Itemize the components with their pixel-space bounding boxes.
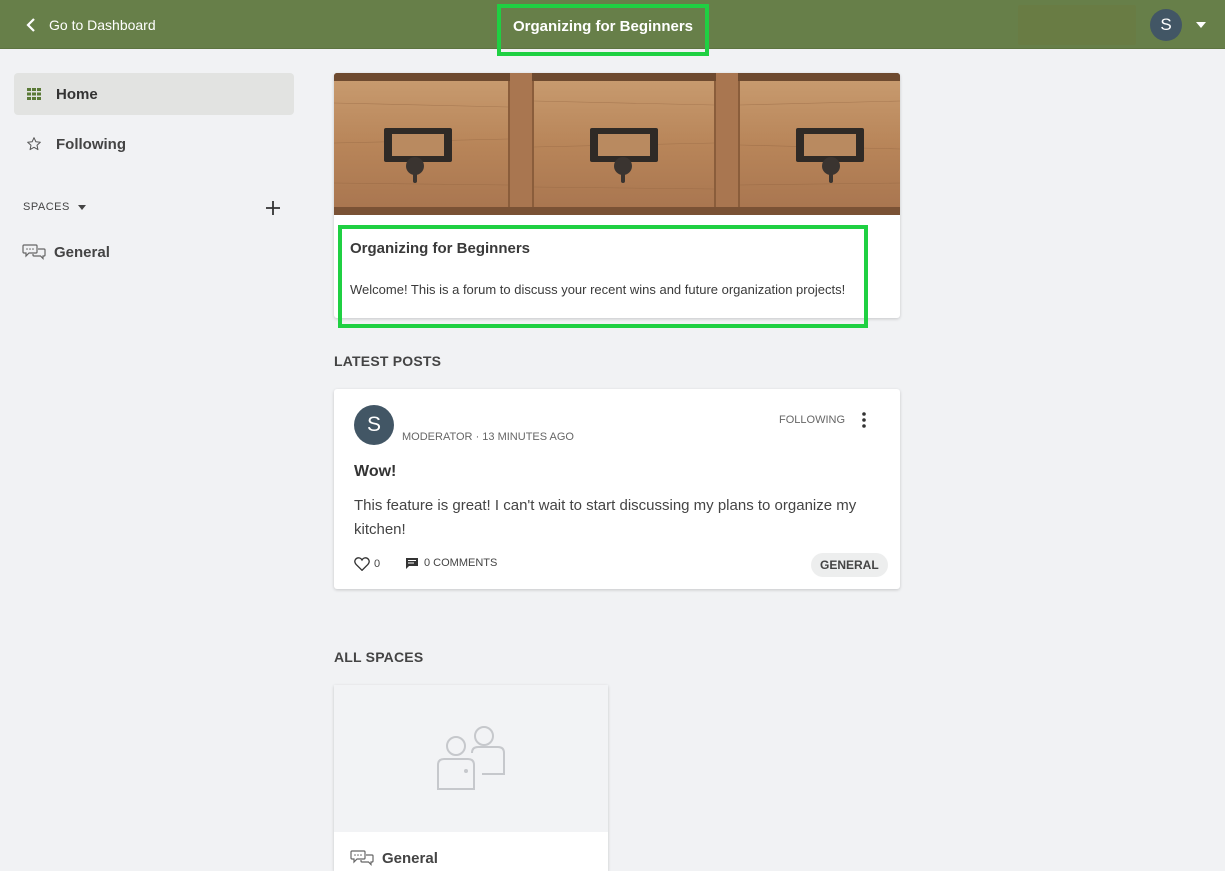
- space-card-title: General: [350, 849, 438, 867]
- comment-icon: [406, 557, 418, 569]
- follow-toggle[interactable]: FOLLOWING: [779, 414, 845, 426]
- heart-icon: [354, 557, 370, 571]
- post-timestamp: 13 MINUTES AGO: [482, 431, 574, 443]
- go-to-dashboard-label: Go to Dashboard: [49, 16, 156, 33]
- space-placeholder-image: [334, 685, 608, 832]
- comment-count: 0 COMMENTS: [424, 557, 498, 569]
- caret-down-icon: [77, 204, 86, 210]
- sidebar-item-home[interactable]: Home: [14, 73, 294, 115]
- post-card[interactable]: S MODERATOR · 13 MINUTES AGO FOLLOWING W…: [334, 389, 900, 589]
- comments-link[interactable]: 0 COMMENTS: [406, 557, 497, 569]
- sidebar-item-following[interactable]: Following: [14, 123, 294, 165]
- user-menu-caret-icon[interactable]: [1196, 22, 1206, 28]
- space-tag[interactable]: GENERAL: [811, 553, 888, 577]
- more-options-icon[interactable]: [858, 411, 870, 429]
- grid-icon: [26, 86, 42, 102]
- spaces-heading: SPACES: [23, 201, 70, 213]
- go-to-dashboard-link[interactable]: Go to Dashboard: [26, 0, 156, 49]
- sidebar-space-label: General: [54, 243, 110, 261]
- latest-posts-heading: LATEST POSTS: [334, 353, 442, 369]
- like-button[interactable]: 0: [354, 557, 380, 571]
- top-bar: Go to Dashboard Organizing for Beginners…: [0, 0, 1225, 56]
- sidebar-item-label: Home: [56, 85, 98, 103]
- drawer-banner-image: [334, 73, 900, 215]
- post-title[interactable]: Wow!: [354, 463, 396, 481]
- chat-bubbles-icon: [22, 244, 46, 260]
- post-body: This feature is great! I can't wait to s…: [354, 497, 857, 538]
- community-title-highlight: Organizing for Beginners: [497, 4, 709, 56]
- star-icon: [26, 136, 42, 152]
- spaces-dropdown[interactable]: SPACES: [23, 201, 86, 213]
- sidebar-space-general[interactable]: General: [22, 243, 110, 261]
- blurred-region: [1018, 5, 1136, 45]
- community-title: Organizing for Beginners: [512, 18, 693, 35]
- people-icon: [437, 726, 505, 790]
- space-card-general[interactable]: General: [334, 685, 608, 871]
- user-avatar[interactable]: S: [1150, 9, 1182, 41]
- chat-bubbles-icon: [350, 850, 374, 866]
- post-meta: MODERATOR · 13 MINUTES AGO: [402, 431, 574, 443]
- community-card-title: Organizing for Beginners: [350, 240, 531, 257]
- post-author-role: MODERATOR: [402, 431, 473, 443]
- community-description: Welcome! This is a forum to discuss your…: [350, 282, 846, 297]
- all-spaces-heading: ALL SPACES: [334, 649, 424, 665]
- chevron-left-icon: [26, 17, 35, 32]
- space-card-label: General: [382, 849, 438, 867]
- add-space-plus-icon[interactable]: [264, 199, 282, 217]
- like-count: 0: [374, 558, 381, 570]
- post-author-avatar[interactable]: S: [354, 405, 394, 445]
- sidebar-item-label: Following: [56, 135, 126, 153]
